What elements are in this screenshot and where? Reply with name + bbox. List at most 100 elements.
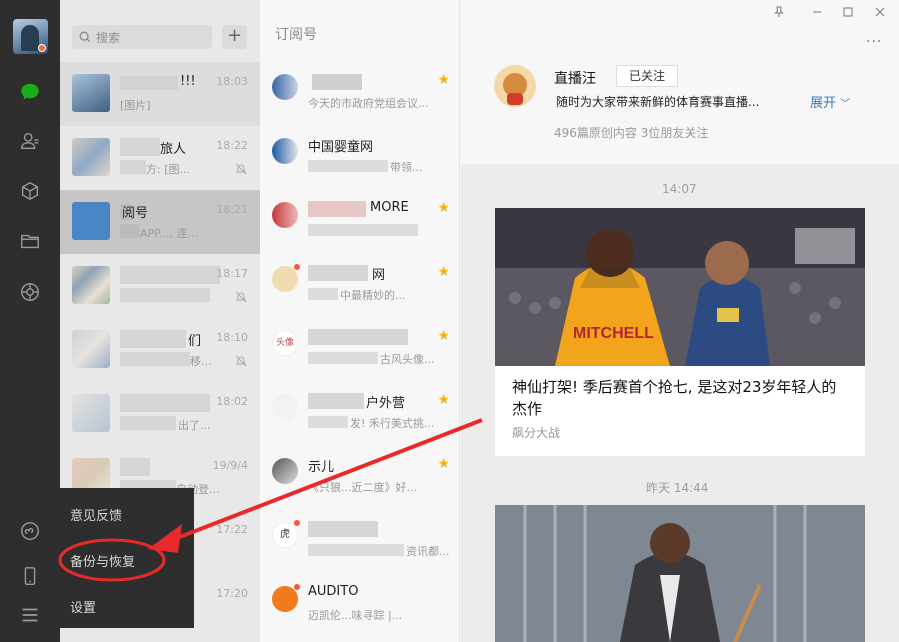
chat-time: 18:03 [216,75,248,88]
star-icon: ★ [437,72,450,88]
chat-item[interactable]: 出了... 18:02 [60,382,260,446]
wechat-window: 搜索 + !!! [图片] 18:03 旅人 方: [图... 18:22 阅号… [0,0,899,642]
contacts-icon[interactable] [17,128,43,154]
subscription-item[interactable]: MORE ★ [260,188,460,252]
subscription-item[interactable]: 中国婴童网 带领... [260,124,460,188]
menu-item-backup-restore[interactable]: 备份与恢复 [70,551,135,570]
expand-link[interactable]: 展开 ﹀ [810,92,850,111]
article-cover-image [495,505,865,642]
chat-item[interactable]: !!! [图片] 18:03 [60,62,260,126]
expand-label: 展开 [810,96,837,111]
star-icon: ★ [437,456,450,472]
chat-item[interactable]: 旅人 方: [图... 18:22 [60,126,260,190]
star-icon: ★ [437,264,450,280]
subscription-item[interactable]: 头像 古风头像... ★ [260,316,460,380]
subscription-avatar [272,74,298,100]
subscription-avatar [272,138,298,164]
chat-item[interactable]: 们 移... 18:10 [60,318,260,382]
files-icon[interactable] [17,228,43,254]
chat-time: 17:20 [216,587,248,600]
settings-popup-menu: 意见反馈 备份与恢复 设置 [60,488,194,628]
subscription-item[interactable]: 网 中最精妙的... ★ [260,252,460,316]
search-placeholder: 搜索 [96,31,121,45]
subscription-avatar [272,586,298,612]
favorites-icon[interactable] [17,178,43,204]
phone-icon[interactable] [17,563,43,589]
chat-item[interactable]: 18:17 [60,254,260,318]
subscription-list-title: 订阅号 [275,27,317,43]
account-stats: 496篇原创内容 3位朋友关注 [554,126,709,140]
search-icon [79,31,91,43]
article-source: 飙分大战 [512,426,561,440]
chat-time: 18:02 [216,395,248,408]
article-card[interactable] [495,505,865,642]
close-icon[interactable] [874,6,886,21]
subscription-preview: 《只狼...近二度》好... [308,481,417,494]
subscription-avatar: 虎 [272,522,298,548]
chat-preview: APP..., 连... [140,227,199,240]
subscription-item[interactable]: 示儿 《只狼...近二度》好... ★ [260,444,460,508]
jersey-text: MITCHELL [573,325,654,342]
account-description: 随时为大家带来新鲜的体育赛事直播... [556,95,760,109]
subscription-preview: 迈凯伦...味寻踪 |... [308,609,403,622]
star-icon: ★ [437,392,450,408]
article-title: 神仙打架! 季后赛首个抢七, 是这对23岁年轻人的杰作 [512,378,837,418]
status-dot [38,44,46,52]
message-timestamp: 14:07 [662,182,697,196]
chat-avatar [72,330,110,368]
article-pane: 直播汪 已关注 随时为大家带来新鲜的体育赛事直播... 展开 ﹀ 496篇原创内… [461,0,899,642]
subscription-preview: 带领... [390,161,423,174]
add-chat-button[interactable]: + [222,25,247,49]
account-logo [494,65,536,107]
subscription-name: MORE [370,200,409,215]
subscription-name: 中国婴童网 [308,140,374,155]
article-card[interactable]: MITCHELL 神仙打架! 季后赛首个抢七, 是这对23岁年轻人的杰作 飙分大… [495,208,865,456]
moments-icon[interactable] [17,279,43,305]
chat-name: !!! [180,74,196,89]
subscription-list: 订阅号 今天的市政府党组会议... ★ 中国婴童网 带领... MORE ★ 网 [260,0,460,642]
chat-preview: [图片] [120,99,151,112]
chat-avatar [72,138,110,176]
subscription-avatar [272,394,298,420]
subscription-item[interactable]: 今天的市政府党组会议... ★ [260,60,460,124]
unread-dot [294,264,300,270]
subscription-avatar [272,266,298,292]
chat-time: 19/9/4 [212,459,248,472]
maximize-icon[interactable] [842,6,854,21]
user-avatar[interactable] [13,19,48,54]
mute-icon [235,163,247,175]
chat-preview: 方: [图... [146,163,190,176]
menu-icon[interactable] [17,602,43,628]
chat-time: 18:17 [216,267,248,280]
chat-preview: 出了... [178,419,211,432]
more-options-icon[interactable]: ··· [866,34,882,50]
chat-name: 们 [188,334,202,349]
subscription-name: 户外营 [366,396,406,411]
followed-button[interactable]: 已关注 [616,65,678,87]
chat-item-selected[interactable]: 阅号 APP..., 连... 18:21 [60,190,260,254]
star-icon: ★ [437,328,450,344]
pin-icon[interactable] [773,6,785,21]
menu-item-settings[interactable]: 设置 [70,597,96,616]
chat-preview: 移... [190,355,212,368]
subscription-name: 网 [372,268,386,283]
chat-avatar [72,266,110,304]
chat-avatar [72,74,110,112]
chat-time: 18:10 [216,331,248,344]
subscription-preview: 今天的市政府党组会议... [308,97,429,110]
mute-icon [235,355,247,367]
unread-dot [294,584,300,590]
subscription-item[interactable]: 虎 资讯都... [260,508,460,572]
subscriptions-avatar [72,202,110,240]
subscription-item[interactable]: 户外营 发! 禾行美式挑... ★ [260,380,460,444]
search-input[interactable]: 搜索 [72,25,212,49]
mute-icon [235,291,247,303]
subscription-preview: 古风头像... [380,353,435,366]
chevron-down-icon: ﹀ [840,99,851,110]
miniprogram-icon[interactable] [17,518,43,544]
minimize-icon[interactable] [811,6,823,21]
menu-item-feedback[interactable]: 意见反馈 [70,505,122,524]
chat-icon[interactable] [17,79,43,105]
chat-name: 旅人 [160,142,187,157]
subscription-item[interactable]: AUDITO 迈凯伦...味寻踪 |... [260,572,460,636]
